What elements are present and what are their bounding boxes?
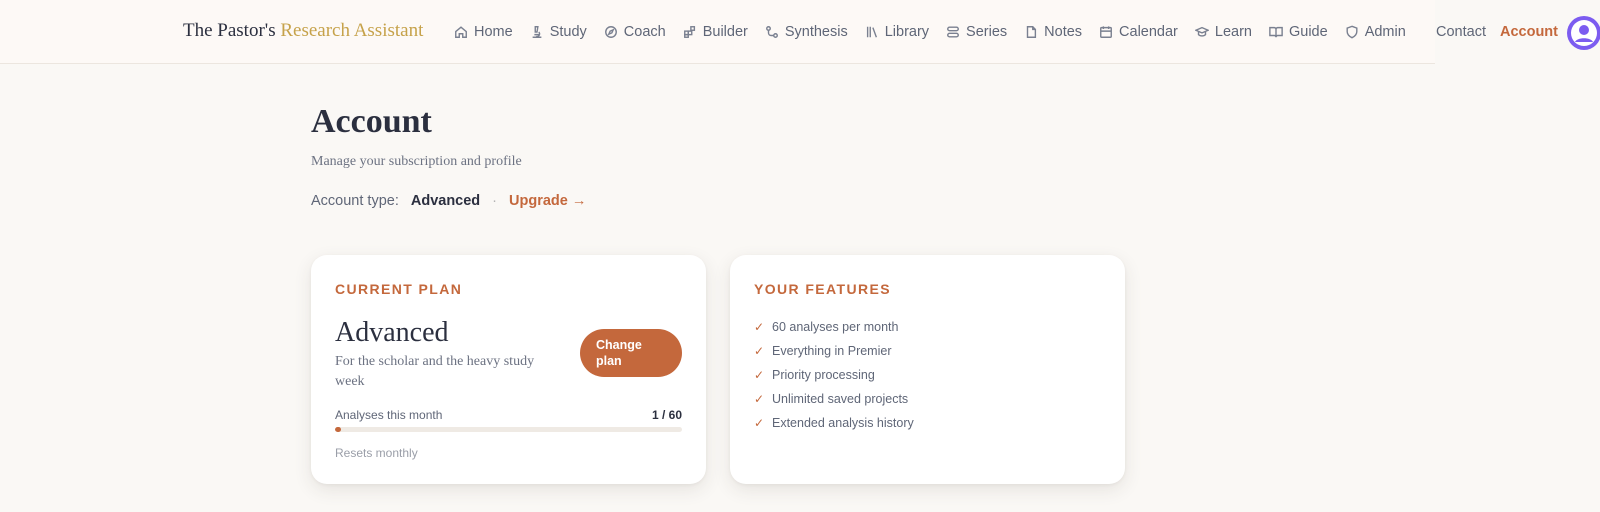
brand-name-accent: Research Assistant bbox=[280, 20, 424, 41]
account-type-label: Account type: bbox=[311, 193, 399, 209]
avatar[interactable] bbox=[1567, 16, 1600, 50]
nav-item-coach[interactable]: Coach bbox=[604, 24, 666, 40]
shield-icon bbox=[1346, 25, 1358, 39]
nav-label: Builder bbox=[702, 24, 748, 40]
features-card: YOUR FEATURES ✓ 60 analyses per month ✓ Ev… bbox=[730, 255, 1125, 484]
main-nav: Home Study Coach Builder Synthesis Libra… bbox=[454, 0, 1406, 64]
separator-dot: · bbox=[492, 193, 498, 209]
file-icon bbox=[1026, 26, 1037, 38]
list-item: ✓ Unlimited saved projects bbox=[754, 387, 914, 411]
header-right-links: Contact Account bbox=[1436, 0, 1558, 64]
calendar-icon bbox=[1100, 26, 1112, 38]
workflow-icon bbox=[765, 26, 778, 38]
nav-item-library[interactable]: Library bbox=[865, 24, 929, 40]
nav-label: Home bbox=[474, 24, 513, 40]
feature-list: ✓ 60 analyses per month ✓ Everything in Pr… bbox=[754, 315, 914, 435]
list-item: ✓ 60 analyses per month bbox=[754, 315, 914, 339]
account-type-row: Account type: Advanced · Upgrade → bbox=[311, 193, 586, 209]
nav-label: Study bbox=[549, 24, 587, 40]
list-item: ✓ Everything in Premier bbox=[754, 339, 914, 363]
nav-label: Synthesis bbox=[784, 24, 848, 40]
plan-description: For the scholar and the heavy study week bbox=[335, 354, 535, 389]
usage-progress-fill bbox=[335, 427, 341, 432]
series-icon bbox=[947, 26, 959, 38]
check-icon: ✓ bbox=[754, 344, 765, 358]
nav-label: Admin bbox=[1364, 24, 1406, 40]
user-icon bbox=[1571, 20, 1597, 46]
current-plan-card: CURRENT PLAN Advanced For the scholar an… bbox=[311, 255, 706, 484]
nav-label: Notes bbox=[1044, 24, 1083, 40]
nav-label: Coach bbox=[623, 24, 666, 40]
library-icon bbox=[866, 26, 877, 38]
account-link[interactable]: Account bbox=[1500, 24, 1558, 40]
change-plan-button[interactable]: Change plan bbox=[580, 329, 682, 377]
feature-text: Everything in Premier bbox=[772, 344, 892, 358]
nav-item-series[interactable]: Series bbox=[946, 24, 1007, 40]
list-item: ✓ Extended analysis history bbox=[754, 411, 914, 435]
home-icon bbox=[455, 26, 467, 38]
nav-item-calendar[interactable]: Calendar bbox=[1099, 24, 1178, 40]
feature-text: Priority processing bbox=[772, 368, 875, 382]
list-item: ✓ Priority processing bbox=[754, 363, 914, 387]
top-navigation-bar: The Pastor's Research Assistant Home Stu… bbox=[0, 0, 1435, 64]
usage-count: 1 / 60 bbox=[651, 408, 682, 422]
contact-link[interactable]: Contact bbox=[1436, 24, 1486, 40]
resets-note: Resets monthly bbox=[335, 446, 418, 460]
card-heading: YOUR FEATURES bbox=[754, 281, 891, 297]
nav-label: Learn bbox=[1214, 24, 1252, 40]
nav-item-guide[interactable]: Guide bbox=[1269, 24, 1328, 40]
brand-name-primary: The Pastor's bbox=[183, 20, 276, 41]
compass-icon bbox=[604, 26, 617, 38]
microscope-icon bbox=[532, 26, 542, 38]
nav-label: Guide bbox=[1288, 24, 1328, 40]
nav-item-builder[interactable]: Builder bbox=[683, 24, 748, 40]
card-heading: CURRENT PLAN bbox=[335, 281, 463, 297]
nav-item-synthesis[interactable]: Synthesis bbox=[765, 24, 848, 40]
page-subtitle: Manage your subscription and profile bbox=[311, 154, 522, 169]
nav-item-home[interactable]: Home bbox=[454, 24, 513, 40]
check-icon: ✓ bbox=[754, 368, 765, 382]
account-type-value: Advanced bbox=[410, 193, 481, 209]
nav-label: Library bbox=[884, 24, 930, 40]
upgrade-link[interactable]: Upgrade → bbox=[509, 193, 586, 209]
brand-logo[interactable]: The Pastor's Research Assistant bbox=[183, 20, 423, 42]
check-icon: ✓ bbox=[754, 320, 765, 334]
page-title: Account bbox=[311, 103, 432, 140]
usage-progress-bar bbox=[335, 427, 682, 432]
blocks-icon bbox=[683, 26, 695, 38]
check-icon: ✓ bbox=[754, 392, 765, 406]
feature-text: Unlimited saved projects bbox=[772, 392, 909, 406]
nav-item-notes[interactable]: Notes bbox=[1024, 24, 1082, 40]
check-icon: ✓ bbox=[754, 416, 765, 430]
graduation-cap-icon bbox=[1194, 26, 1209, 37]
nav-item-learn[interactable]: Learn bbox=[1194, 24, 1252, 40]
feature-text: 60 analyses per month bbox=[772, 320, 899, 334]
usage-label: Analyses this month bbox=[335, 408, 443, 422]
nav-label: Series bbox=[966, 24, 1008, 40]
feature-text: Extended analysis history bbox=[772, 416, 914, 430]
plan-name: Advanced bbox=[335, 317, 449, 348]
nav-label: Calendar bbox=[1119, 24, 1178, 40]
book-open-icon bbox=[1269, 26, 1283, 38]
nav-item-study[interactable]: Study bbox=[530, 24, 587, 40]
nav-item-admin[interactable]: Admin bbox=[1345, 24, 1406, 40]
